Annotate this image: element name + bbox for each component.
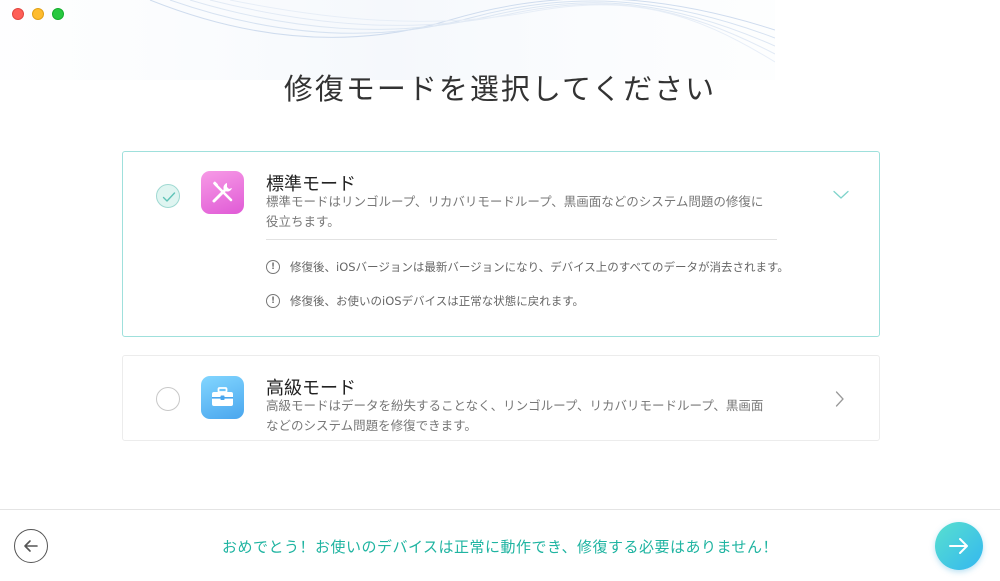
window-minimize-button[interactable] [32, 8, 44, 20]
notice-item: ! 修復後、お使いのiOSデバイスは正常な状態に戻れます。 [266, 293, 584, 309]
mode-card-advanced[interactable]: 高級モード 高級モードはデータを紛失することなく、リンゴループ、リカバリモードル… [122, 355, 880, 441]
status-message: おめでとう！お使いのデバイスは正常に動作でき、修復する必要はありません！ [221, 538, 779, 556]
exclamation-circle-icon: ! [266, 260, 280, 274]
tools-icon [201, 171, 244, 214]
mode-radio-advanced[interactable] [156, 387, 180, 411]
chevron-right-icon[interactable] [835, 391, 845, 407]
page-title: 修復モードを選択してください [283, 72, 717, 106]
chevron-down-icon[interactable] [833, 190, 849, 200]
window-maximize-button[interactable] [52, 8, 64, 20]
app-window: 修復モードを選択してください 標準モード 標準モードはリンゴループ、リカバリモー… [0, 0, 1000, 581]
arrow-right-icon [949, 538, 968, 554]
window-controls [12, 8, 64, 20]
footer-bar: おめでとう！お使いのデバイスは正常に動作でき、修復する必要はありません！ [0, 509, 1000, 581]
checkmark-icon [162, 192, 176, 202]
mode-card-standard[interactable]: 標準モード 標準モードはリンゴループ、リカバリモードループ、黒画面などのシステム… [122, 151, 880, 337]
exclamation-circle-icon: ! [266, 294, 280, 308]
notice-text: 修復後、お使いのiOSデバイスは正常な状態に戻れます。 [290, 294, 585, 308]
card-divider [266, 239, 777, 240]
notice-item: ! 修復後、iOSバージョンは最新バージョンになり、デバイス上のすべてのデータが… [266, 259, 789, 275]
next-button[interactable] [935, 522, 983, 570]
toolbox-icon [201, 376, 244, 419]
notice-text: 修復後、iOSバージョンは最新バージョンになり、デバイス上のすべてのデータが消去… [290, 260, 789, 274]
window-close-button[interactable] [12, 8, 24, 20]
mode-description-standard: 標準モードはリンゴループ、リカバリモードループ、黒画面などのシステム問題の修復に… [266, 194, 764, 229]
mode-radio-standard[interactable] [156, 184, 180, 208]
mode-description-advanced: 高級モードはデータを紛失することなく、リンゴループ、リカバリモードループ、黒画面… [266, 398, 764, 433]
